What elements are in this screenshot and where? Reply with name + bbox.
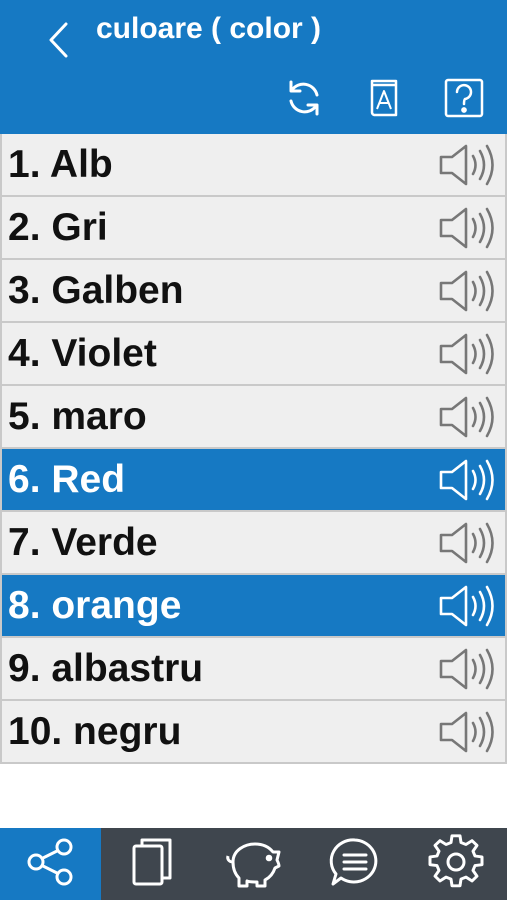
list-item[interactable]: 2. Gri xyxy=(2,197,505,258)
word-label: 9. albastru xyxy=(8,647,204,690)
book-a-icon xyxy=(366,77,402,124)
back-button[interactable] xyxy=(40,20,76,64)
list-item[interactable]: 7. Verde xyxy=(2,512,505,573)
share-button[interactable] xyxy=(0,828,102,900)
dictionary-button[interactable] xyxy=(362,78,406,122)
speaker-icon[interactable] xyxy=(437,142,497,188)
refresh-icon xyxy=(284,78,324,123)
word-label: 4. Violet xyxy=(8,332,157,375)
chevron-left-icon xyxy=(46,20,70,65)
speaker-icon[interactable] xyxy=(437,394,497,440)
word-label: 6. Red xyxy=(8,458,126,501)
speaker-icon[interactable] xyxy=(437,709,497,755)
list-item[interactable]: 6. Red xyxy=(2,449,505,510)
word-label: 10. negru xyxy=(8,710,182,753)
word-label: 3. Galben xyxy=(8,269,184,312)
speaker-icon[interactable] xyxy=(437,331,497,377)
list-item[interactable]: 5. maro xyxy=(2,386,505,447)
list-item[interactable]: 10. negru xyxy=(2,701,505,762)
word-label: 7. Verde xyxy=(8,521,158,564)
gear-icon xyxy=(428,833,484,895)
chat-icon xyxy=(327,834,383,895)
help-button[interactable] xyxy=(442,78,486,122)
piggy-bank-icon xyxy=(223,834,283,895)
page-title: culoare ( color ) xyxy=(96,12,322,45)
speaker-icon[interactable] xyxy=(437,268,497,314)
cards-button[interactable] xyxy=(101,828,202,900)
refresh-button[interactable] xyxy=(282,78,326,122)
bottom-nav xyxy=(0,828,507,900)
settings-button[interactable] xyxy=(406,828,507,900)
list-item[interactable]: 8. orange xyxy=(2,575,505,636)
list-item[interactable]: 1. Alb xyxy=(2,134,505,195)
speaker-icon[interactable] xyxy=(437,520,497,566)
list-item[interactable]: 9. albastru xyxy=(2,638,505,699)
app-header: culoare ( color ) xyxy=(0,0,507,134)
word-label: 5. maro xyxy=(8,395,147,438)
word-label: 8. orange xyxy=(8,584,182,627)
share-icon xyxy=(23,834,79,895)
savings-button[interactable] xyxy=(203,828,304,900)
word-label: 2. Gri xyxy=(8,206,108,249)
word-label: 1. Alb xyxy=(8,143,113,186)
help-icon xyxy=(443,77,485,124)
speaker-icon[interactable] xyxy=(437,646,497,692)
speaker-icon[interactable] xyxy=(437,457,497,503)
word-list: 1. Alb 2. Gri 3. Galben 4. Violet 5. maro 6. … xyxy=(0,134,507,764)
speaker-icon[interactable] xyxy=(437,583,497,629)
list-item[interactable]: 3. Galben xyxy=(2,260,505,321)
list-item[interactable]: 4. Violet xyxy=(2,323,505,384)
speaker-icon[interactable] xyxy=(437,205,497,251)
chat-button[interactable] xyxy=(304,828,405,900)
cards-icon xyxy=(124,834,180,895)
